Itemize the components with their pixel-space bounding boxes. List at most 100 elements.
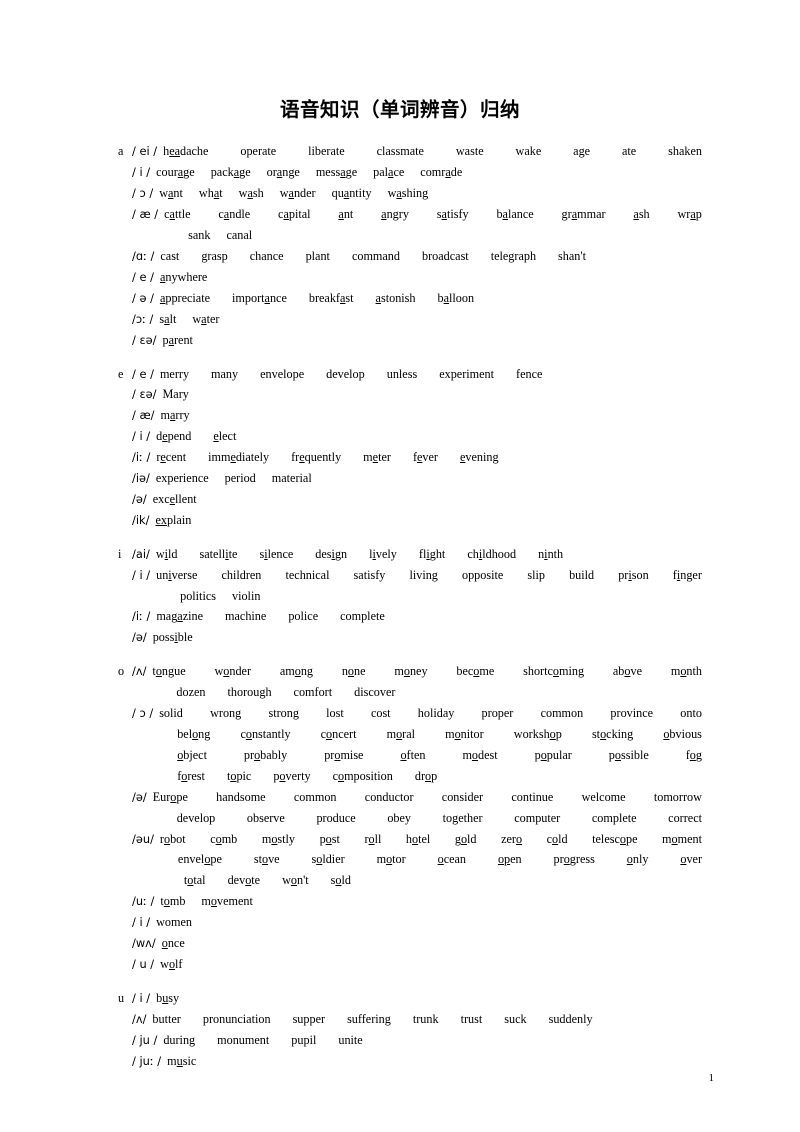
word-item: trust (460, 1011, 483, 1026)
word-item: become (456, 661, 494, 682)
word-suffix: ntity (349, 186, 372, 201)
word-item: suddenly (548, 1011, 593, 1026)
word-prefix: ch (467, 546, 479, 561)
word-row: parent (162, 330, 702, 351)
word-item: Europe (153, 787, 188, 808)
word-suffix: mb (221, 831, 238, 846)
word-item: broadcast (422, 248, 469, 263)
word-suffix: gn (334, 546, 348, 561)
word-item: age (573, 144, 591, 159)
word-item: cold (547, 829, 568, 850)
word-item: total (184, 870, 206, 891)
word-item: meter (363, 447, 391, 468)
word-suffix: ble (177, 630, 193, 645)
word-row: tomb movement (160, 891, 702, 912)
word-row: Mary (162, 384, 702, 405)
word-suffix: te (251, 873, 261, 888)
word-item: shortcoming (523, 661, 584, 682)
word-item: lively (369, 544, 397, 565)
phonetic-symbol: / i / (132, 567, 151, 582)
word-item: moral (387, 724, 415, 745)
word-item: forest (177, 766, 205, 787)
word-item: probably (244, 745, 287, 766)
word-item: waste (455, 144, 484, 159)
word-list: Mary (162, 384, 702, 405)
word-item: canal (226, 228, 253, 243)
word-suffix: ral (402, 727, 416, 741)
phonetic-symbol: / ɔ / (132, 186, 154, 201)
word-row: magazine machine police complete (156, 606, 702, 627)
word-item: suck (504, 1011, 527, 1026)
word-prefix: st (253, 852, 262, 867)
word-prefix: bec (456, 664, 474, 679)
word-item: music (167, 1051, 196, 1072)
word-item: object (177, 745, 207, 766)
word-prefix: shortc (523, 664, 553, 679)
phonetic-entry: / juː / music (118, 1051, 702, 1072)
phonetic-entry: /ik/explain (118, 510, 702, 531)
word-suffix: bject (183, 747, 207, 762)
phonetic-entry: /ə/possible (118, 627, 702, 648)
word-suffix: ment (677, 831, 702, 846)
phonetic-symbol: / i / (132, 990, 151, 1005)
word-item: concert (321, 724, 357, 745)
word-item: angry (381, 204, 409, 225)
word-row: cattle candle capital ant angry satisfy balanc… (164, 204, 702, 225)
word-item: mostly (262, 829, 295, 850)
word-item: conductor (364, 789, 414, 804)
word-suffix: nger (680, 567, 702, 582)
word-suffix: pe (176, 789, 188, 804)
word-item: won't (282, 870, 309, 891)
word-item: moment (662, 829, 702, 850)
word-item: prison (618, 565, 648, 586)
word-item: money (394, 661, 427, 682)
underlined-vowel: ex (155, 512, 167, 527)
word-item: comrade (420, 162, 462, 183)
word-prefix: wr (677, 207, 691, 222)
word-item: plant (305, 248, 330, 263)
word-item: none (342, 661, 366, 682)
word-item: water (192, 309, 219, 330)
word-item: thorough (227, 685, 272, 700)
word-row: belong constantly concert moral monitor works… (159, 724, 702, 745)
word-item: cost (370, 706, 391, 721)
word-suffix: g (695, 747, 702, 762)
phonetic-symbol: / ɛə/ (132, 387, 157, 402)
word-suffix: nge (282, 165, 300, 180)
phonetic-symbol: / ɔ / (132, 706, 154, 721)
word-row: possible (153, 627, 702, 648)
word-row: depend elect (156, 426, 702, 447)
word-suffix: rent (173, 332, 193, 347)
word-list: during monument pupil unite (163, 1030, 702, 1051)
word-item: package (211, 162, 251, 183)
word-prefix: m (363, 450, 373, 465)
word-row: women (156, 912, 702, 933)
word-item: violin (231, 588, 261, 603)
word-suffix: rry (175, 408, 190, 423)
phonetic-symbol: /iː / (132, 609, 151, 624)
word-suffix: pe (210, 852, 222, 867)
word-prefix: satell (199, 546, 226, 561)
phonetic-symbol: /əu/ (132, 831, 154, 846)
phonetic-symbol: /wʌ/ (132, 936, 156, 951)
word-item: importance (232, 288, 287, 309)
phonetic-entry: /iː / magazine machine police complete (118, 606, 702, 627)
word-item: ant (338, 204, 353, 225)
word-item: excellent (153, 489, 197, 510)
word-item: possible (153, 627, 193, 648)
word-suffix: lance (507, 207, 534, 222)
word-suffix: mmar (577, 207, 606, 222)
word-list: anywhere (160, 267, 702, 288)
word-suffix: ll (374, 831, 382, 846)
word-item: slip (527, 567, 545, 582)
word-list: busy (156, 988, 702, 1009)
word-suffix: ter (378, 450, 391, 465)
word-row: salt water (159, 309, 702, 330)
word-prefix: m (662, 831, 672, 846)
word-item: material (271, 471, 312, 486)
word-row: explain (155, 510, 702, 531)
word-item: post (320, 829, 340, 850)
word-item: explain (155, 510, 191, 531)
phonetic-symbol: / juː / (132, 1053, 162, 1068)
word-item: balloon (438, 288, 475, 309)
